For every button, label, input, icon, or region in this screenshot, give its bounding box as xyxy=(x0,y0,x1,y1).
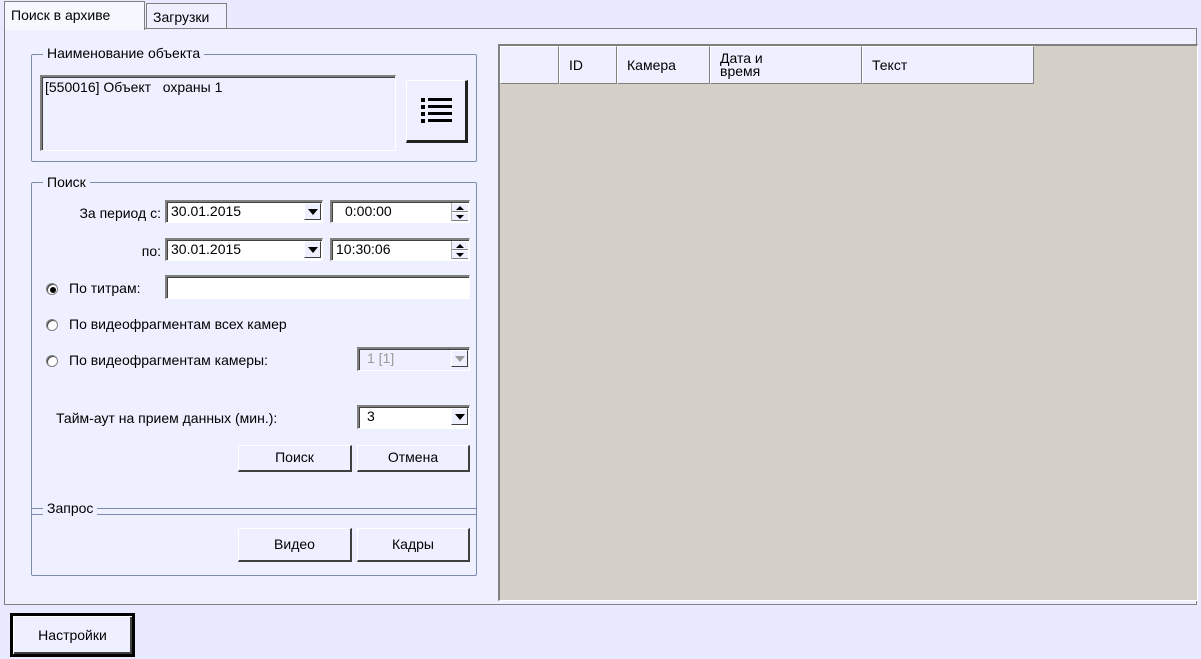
column-header-camera[interactable]: Камера xyxy=(617,46,710,84)
from-date-picker[interactable]: 30.01.2015 xyxy=(165,200,323,223)
chevron-down-icon xyxy=(454,355,465,362)
tab-downloads-label: Загрузки xyxy=(153,9,210,25)
radio-by-camera[interactable] xyxy=(46,355,58,367)
column-header-datetime-label: Дата и время xyxy=(720,50,763,79)
to-date-picker[interactable]: 30.01.2015 xyxy=(165,238,323,261)
column-header-selector[interactable] xyxy=(500,46,559,84)
to-date-value: 30.01.2015 xyxy=(171,241,242,257)
radio-by-captions[interactable] xyxy=(46,283,58,295)
camera-select[interactable]: 1 [1] xyxy=(357,347,470,371)
camera-select-value: 1 [1] xyxy=(367,350,395,366)
object-name-legend: Наименование объекта xyxy=(43,45,205,61)
object-name-field[interactable]: [550016] Объект охраны 1 xyxy=(40,75,396,151)
column-header-camera-label: Камера xyxy=(627,56,676,73)
by-captions-label: По титрам: xyxy=(69,280,141,296)
column-header-id[interactable]: ID xyxy=(559,46,617,84)
cancel-button[interactable]: Отмена xyxy=(357,445,470,472)
by-all-cameras-label: По видеофрагментам всех камер xyxy=(69,316,287,332)
tab-downloads[interactable]: Загрузки xyxy=(146,3,227,28)
search-button[interactable]: Поиск xyxy=(238,445,352,472)
object-name-value: [550016] Объект охраны 1 xyxy=(45,79,223,95)
spin-down-icon[interactable] xyxy=(452,212,468,221)
spin-up-icon[interactable] xyxy=(452,203,468,212)
spin-down-icon[interactable] xyxy=(452,250,468,259)
from-time-value: 0:00:00 xyxy=(345,203,392,219)
column-header-text[interactable]: Текст xyxy=(862,46,1034,84)
archive-search-panel: Наименование объекта [550016] Объект охр… xyxy=(4,28,1198,605)
search-legend: Поиск xyxy=(43,174,90,190)
settings-button[interactable]: Настройки xyxy=(10,613,135,657)
timeout-value: 3 xyxy=(367,408,375,424)
spin-up-icon[interactable] xyxy=(452,241,468,250)
chevron-down-icon xyxy=(454,413,465,420)
radio-all-cameras[interactable] xyxy=(46,319,58,331)
timeout-select[interactable]: 3 xyxy=(357,405,470,429)
camera-select-dropdown[interactable] xyxy=(451,350,468,367)
tab-archive-search-label: Поиск в архиве xyxy=(11,7,111,23)
column-header-id-label: ID xyxy=(569,56,583,73)
chevron-down-icon xyxy=(307,208,318,215)
from-time-spinner[interactable] xyxy=(451,203,468,221)
frames-button[interactable]: Кадры xyxy=(357,528,470,562)
video-button[interactable]: Видео xyxy=(238,528,352,562)
period-to-label: по: xyxy=(141,243,161,259)
object-list-button[interactable] xyxy=(406,80,468,143)
list-icon xyxy=(421,96,453,126)
captions-input[interactable] xyxy=(165,275,470,299)
by-camera-label: По видеофрагментам камеры: xyxy=(69,352,269,368)
from-date-value: 30.01.2015 xyxy=(171,203,242,219)
tab-archive-search[interactable]: Поиск в архиве xyxy=(4,1,145,30)
request-legend: Запрос xyxy=(43,500,98,516)
to-time-spinner[interactable] xyxy=(451,241,468,259)
timeout-dropdown[interactable] xyxy=(451,408,468,425)
column-header-text-label: Текст xyxy=(872,56,908,73)
chevron-down-icon xyxy=(307,246,318,253)
from-date-dropdown[interactable] xyxy=(304,203,321,220)
to-date-dropdown[interactable] xyxy=(304,241,321,258)
results-table[interactable]: ID Камера Дата и время Текст xyxy=(498,44,1198,601)
timeout-label: Тайм-аут на прием данных (мин.): xyxy=(56,410,278,426)
from-time-field[interactable]: 0:00:00 xyxy=(330,200,470,223)
to-time-field[interactable]: 10:30:06 xyxy=(330,238,470,261)
column-header-datetime[interactable]: Дата и время xyxy=(710,46,862,84)
to-time-value: 10:30:06 xyxy=(336,241,391,257)
period-from-label: За период с: xyxy=(79,205,161,221)
